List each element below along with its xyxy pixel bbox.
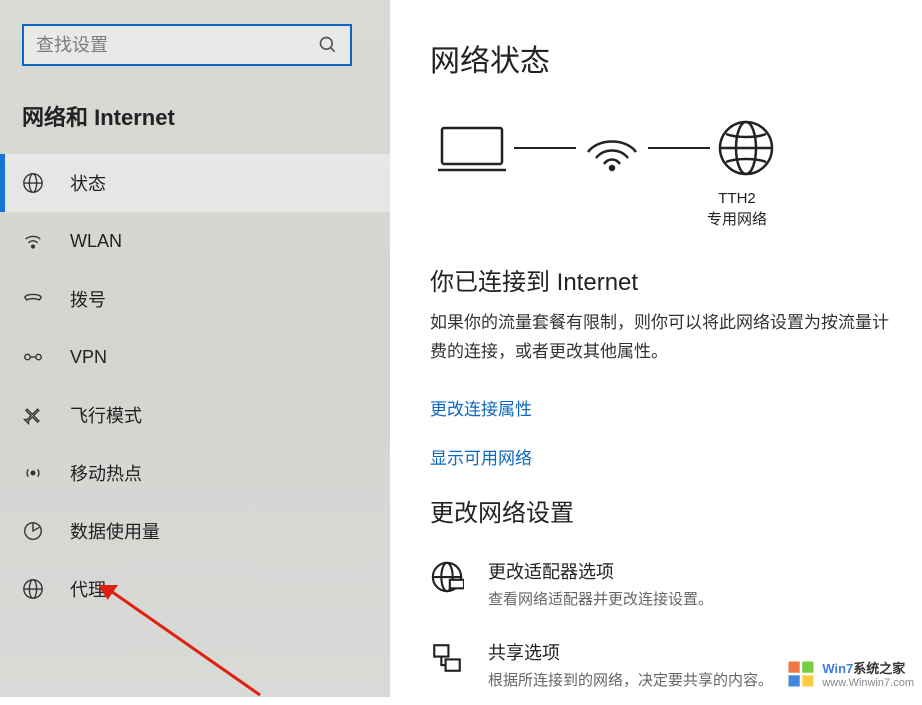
setting-desc: 查看网络适配器并更改连接设置。 bbox=[488, 588, 713, 609]
sidebar: 网络和 Internet 状态 WLAN 拨号 VPN 飞行模式 移动热点 数据… bbox=[0, 0, 390, 697]
search-input[interactable] bbox=[36, 35, 318, 56]
sidebar-item-status[interactable]: 状态 bbox=[0, 154, 390, 212]
hotspot-icon bbox=[22, 462, 44, 484]
page-title: 网络状态 bbox=[430, 36, 892, 80]
airplane-icon bbox=[22, 404, 44, 426]
wifi-diagram-icon bbox=[582, 122, 642, 174]
ssid-label: TTH2 bbox=[582, 188, 892, 209]
setting-desc: 根据所连接到的网络，决定要共享的内容。 bbox=[488, 669, 773, 690]
computer-icon bbox=[436, 122, 508, 174]
search-box[interactable] bbox=[22, 24, 352, 66]
main-content: 网络状态 TTH2 专用网络 你已连接到 Internet 如果你的流量套餐有限… bbox=[390, 0, 922, 697]
sidebar-item-label: VPN bbox=[70, 347, 107, 368]
sidebar-item-vpn[interactable]: VPN bbox=[0, 328, 390, 386]
diagram-line bbox=[514, 147, 576, 149]
globe-diagram-icon bbox=[716, 118, 776, 178]
globe-icon bbox=[22, 172, 44, 194]
show-available-networks-link[interactable]: 显示可用网络 bbox=[430, 444, 892, 469]
sidebar-item-dialup[interactable]: 拨号 bbox=[0, 270, 390, 328]
watermark-brand1: Win7 bbox=[822, 661, 853, 676]
setting-title: 更改适配器选项 bbox=[488, 558, 713, 584]
watermark-url: www.Winwin7.com bbox=[822, 677, 914, 689]
diagram-label: TTH2 专用网络 bbox=[582, 188, 892, 230]
diagram-line bbox=[648, 147, 710, 149]
sharing-icon bbox=[430, 641, 464, 675]
data-icon bbox=[22, 520, 44, 542]
search-icon bbox=[318, 35, 338, 55]
dial-icon bbox=[22, 288, 44, 310]
sidebar-item-label: WLAN bbox=[70, 231, 122, 252]
watermark: Win7系统之家 www.Winwin7.com bbox=[786, 658, 914, 689]
sidebar-item-label: 拨号 bbox=[70, 286, 106, 312]
sidebar-item-hotspot[interactable]: 移动热点 bbox=[0, 444, 390, 502]
setting-title: 共享选项 bbox=[488, 639, 773, 665]
sidebar-item-label: 数据使用量 bbox=[70, 518, 160, 544]
change-settings-heading: 更改网络设置 bbox=[430, 493, 892, 528]
connected-heading: 你已连接到 Internet bbox=[430, 262, 892, 297]
watermark-brand2: 系统之家 bbox=[853, 661, 905, 676]
adapter-icon bbox=[430, 560, 464, 594]
sidebar-item-datausage[interactable]: 数据使用量 bbox=[0, 502, 390, 560]
connected-description: 如果你的流量套餐有限制，则你可以将此网络设置为按流量计费的连接，或者更改其他属性… bbox=[430, 309, 892, 367]
sidebar-item-label: 状态 bbox=[70, 170, 106, 196]
network-diagram bbox=[436, 118, 892, 178]
sidebar-item-label: 移动热点 bbox=[70, 460, 142, 486]
wifi-icon bbox=[22, 230, 44, 252]
proxy-icon bbox=[22, 578, 44, 600]
change-connection-properties-link[interactable]: 更改连接属性 bbox=[430, 395, 892, 420]
sidebar-item-label: 代理 bbox=[70, 576, 106, 602]
sidebar-item-label: 飞行模式 bbox=[70, 402, 142, 428]
sidebar-item-airplane[interactable]: 飞行模式 bbox=[0, 386, 390, 444]
search-wrap bbox=[0, 0, 390, 84]
watermark-logo bbox=[786, 659, 816, 689]
sidebar-title: 网络和 Internet bbox=[0, 84, 390, 154]
sidebar-item-wlan[interactable]: WLAN bbox=[0, 212, 390, 270]
nettype-label: 专用网络 bbox=[582, 209, 892, 230]
vpn-icon bbox=[22, 346, 44, 368]
setting-adapter-options[interactable]: 更改适配器选项 查看网络适配器并更改连接设置。 bbox=[430, 558, 892, 609]
sidebar-item-proxy[interactable]: 代理 bbox=[0, 560, 390, 618]
